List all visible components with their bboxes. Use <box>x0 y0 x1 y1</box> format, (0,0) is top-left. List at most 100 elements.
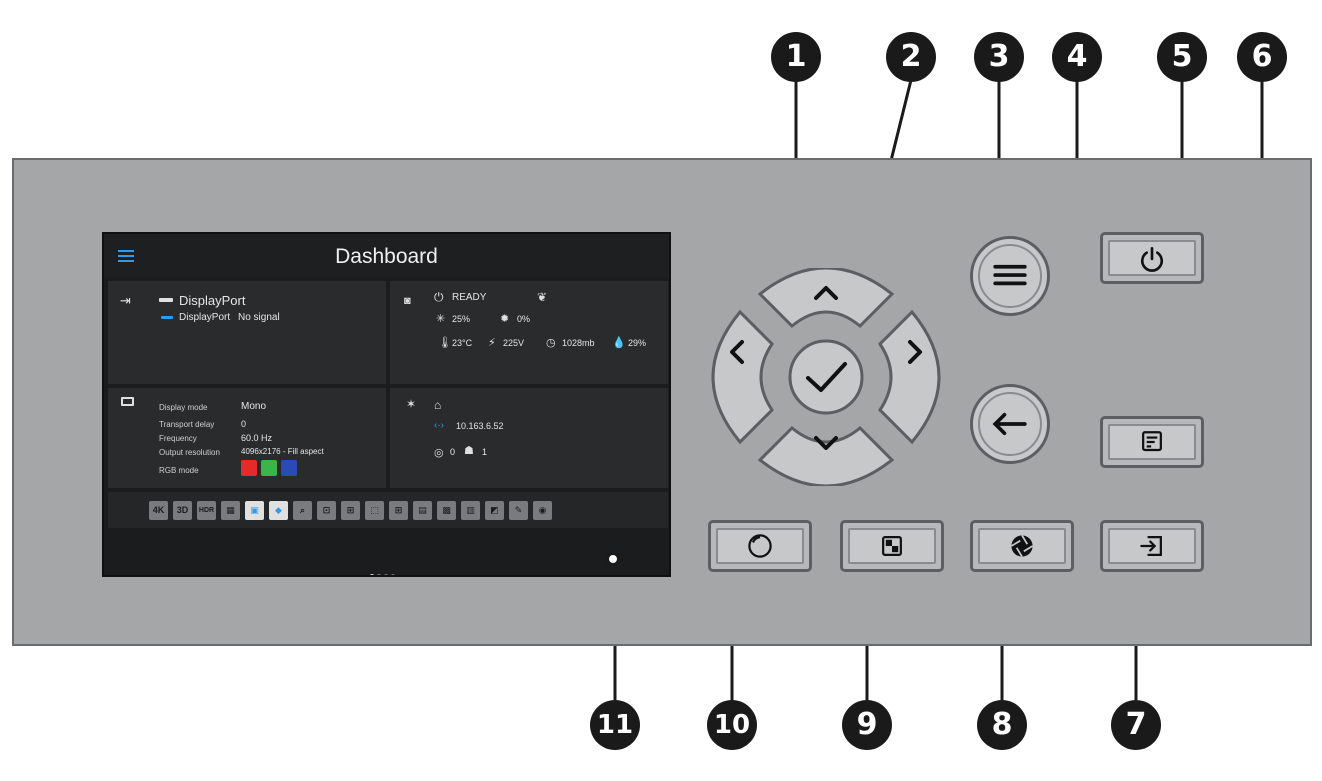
arrow-left-icon <box>992 412 1027 436</box>
info-card-icon <box>1142 431 1162 452</box>
ethernet-icon: ‹·› <box>434 420 444 431</box>
menu-button[interactable] <box>970 236 1050 316</box>
power-state-icon: ⏻ <box>434 290 444 304</box>
display-value-1: Mono <box>241 401 267 412</box>
callout-10: 10 <box>707 700 757 750</box>
status-state: READY <box>452 292 487 303</box>
input-icon <box>1140 536 1162 556</box>
display-label-5: RGB mode <box>159 466 199 475</box>
rgb-swatch-red <box>241 460 257 476</box>
back-button[interactable] <box>970 384 1050 464</box>
input-sub-source: DisplayPort <box>179 312 231 323</box>
hdr-icon[interactable]: HDR <box>197 501 216 520</box>
page-title: Dashboard <box>335 245 438 268</box>
network-card[interactable]: ✶ ⌂ ‹·› 10.163.6.52 ◎ 0 ☗ 1 <box>390 388 668 488</box>
info-button[interactable] <box>1100 416 1204 468</box>
shutter-icon <box>1010 534 1034 558</box>
diamond-icon[interactable]: ◆ <box>269 501 288 520</box>
shutter-button[interactable] <box>970 520 1074 572</box>
display-value-2: 0 <box>241 419 247 429</box>
display-label-4: Output resolution <box>159 448 220 457</box>
lcd-screen: Dashboard ⇥ DisplayPort DisplayPort No s… <box>102 232 671 577</box>
ok-button[interactable] <box>788 339 864 415</box>
callout-8: 8 <box>977 700 1027 750</box>
test-pattern-button[interactable] <box>840 520 944 572</box>
status-voltage: 225V <box>503 338 525 348</box>
display-value-4: 4096x2176 - Fill aspect <box>241 447 324 456</box>
network-remote-count: 1 <box>482 447 488 457</box>
3d-icon[interactable]: 3D <box>173 501 192 520</box>
callout-dot-11 <box>606 552 620 566</box>
feature-icon-strip <box>108 492 668 528</box>
4k-icon[interactable]: 4K <box>149 501 168 520</box>
lamp-icon: ✹ <box>500 313 510 325</box>
callout-11: 11 <box>590 700 640 750</box>
pressure-icon: ◷ <box>546 337 556 349</box>
grid-icon[interactable]: ⊞ <box>389 501 408 520</box>
dpad <box>711 268 941 486</box>
network-ip: 10.163.6.52 <box>456 421 504 431</box>
status-light: 25% <box>452 314 471 324</box>
right-button[interactable] <box>878 309 941 445</box>
callout-5: 5 <box>1157 32 1207 82</box>
lens-button[interactable] <box>708 520 812 572</box>
light-icon: ✳ <box>436 313 446 325</box>
image-fit-icon[interactable]: ⊡ <box>317 501 336 520</box>
remote-icon: ☗ <box>464 445 474 457</box>
home-icon: ⌂ <box>434 398 442 412</box>
panel-icon[interactable]: ▥ <box>461 501 480 520</box>
display-value-3: 60.0 Hz <box>241 433 273 443</box>
input-source: DisplayPort <box>179 293 246 308</box>
standby-button[interactable] <box>1100 232 1204 284</box>
test-pattern-icon <box>882 536 902 556</box>
page-indicator[interactable] <box>370 565 398 575</box>
eco-leaf-icon: ❦ <box>537 290 548 304</box>
power-icon <box>1140 246 1164 272</box>
display-label-3: Frequency <box>159 434 197 443</box>
input-icon: ⇥ <box>120 293 131 308</box>
menu-lines-icon <box>993 264 1027 286</box>
status-pressure: 1028mb <box>562 338 595 348</box>
callout-3: 3 <box>974 32 1024 82</box>
overlay-icon[interactable]: ▤ <box>413 501 432 520</box>
voltage-icon: ⚡ <box>488 337 496 349</box>
status-card[interactable]: ◙ ⏻ READY ❦ ✳ 25% ✹ 0% 🌡 23°C ⚡ 225V ◷ 1… <box>390 281 668 384</box>
lens-icon <box>748 534 772 558</box>
input-signal: No signal <box>238 312 280 323</box>
left-button[interactable] <box>711 309 774 445</box>
blend-icon[interactable]: ▩ <box>437 501 456 520</box>
callout-7: 7 <box>1111 700 1161 750</box>
pattern-icon[interactable]: ▦ <box>221 501 240 520</box>
humidity-icon: 💧 <box>612 337 626 349</box>
gradient-icon[interactable]: ◩ <box>485 501 504 520</box>
input-button[interactable] <box>1100 520 1204 572</box>
callout-1: 1 <box>771 32 821 82</box>
rgb-swatch-green <box>261 460 277 476</box>
eye-icon[interactable]: ◉ <box>533 501 552 520</box>
network-antenna-icon: ✶ <box>406 397 417 411</box>
network-wifi-count: 0 <box>450 447 456 457</box>
edit-icon[interactable]: ✎ <box>509 501 528 520</box>
chip-icon[interactable]: ▣ <box>245 501 264 520</box>
wifi-icon: ◎ <box>434 447 444 459</box>
crop-icon[interactable]: ⬚ <box>365 501 384 520</box>
up-button[interactable] <box>757 268 895 329</box>
callout-9: 9 <box>842 700 892 750</box>
status-temperature: 23°C <box>452 338 473 348</box>
callout-2: 2 <box>886 32 936 82</box>
callout-4: 4 <box>1052 32 1102 82</box>
display-card[interactable]: Display mode Mono Transport delay 0 Freq… <box>108 388 386 488</box>
status-humidity: 29% <box>628 338 647 348</box>
down-button[interactable] <box>757 425 895 486</box>
thermometer-icon: 🌡 <box>438 337 452 349</box>
input-card[interactable]: ⇥ DisplayPort DisplayPort No signal <box>108 281 386 384</box>
display-label-2: Transport delay <box>159 420 215 429</box>
display-label-1: Display mode <box>159 403 208 412</box>
warp-icon[interactable]: ⊞ <box>341 501 360 520</box>
rgb-swatch-blue <box>281 460 297 476</box>
status-lamp: 0% <box>517 314 531 324</box>
callout-6: 6 <box>1237 32 1287 82</box>
projector-icon: ◙ <box>404 295 411 307</box>
displayport-icon <box>159 298 173 302</box>
zoom-icon[interactable]: ⌕ <box>293 501 312 520</box>
